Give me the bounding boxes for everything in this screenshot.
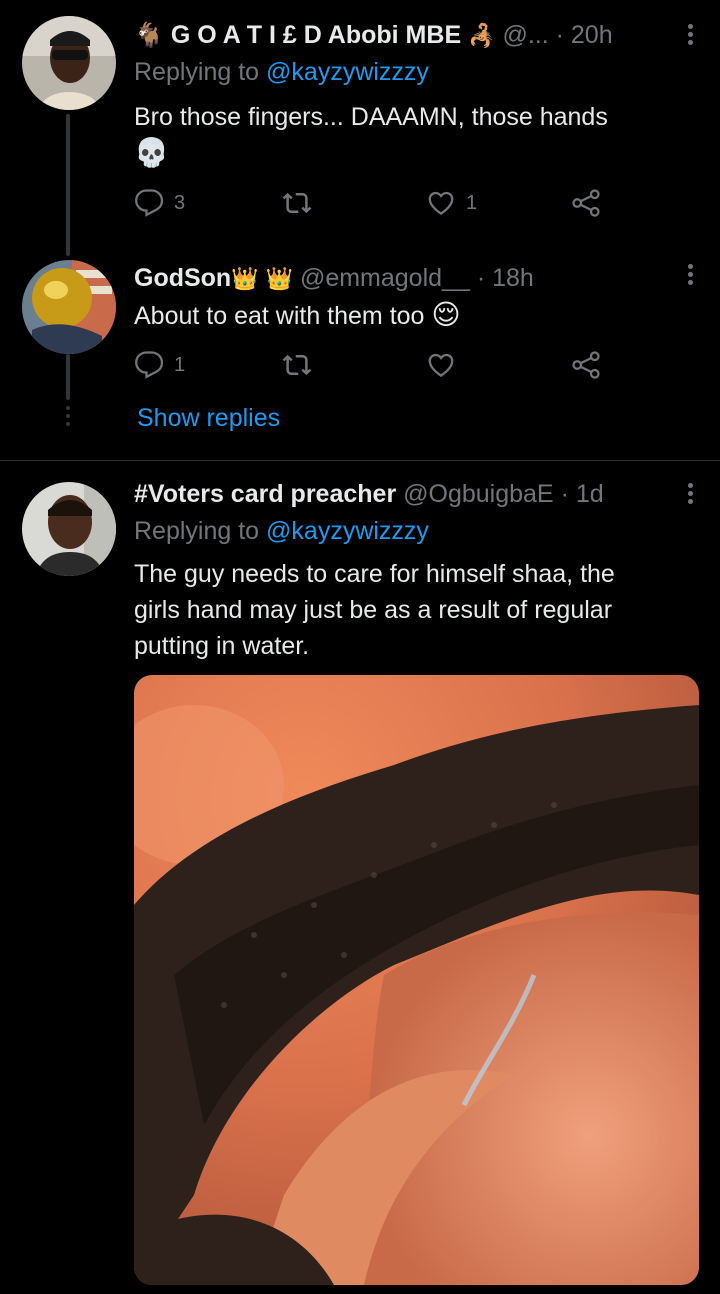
thread-line [66,114,70,256]
tweet-text: The guy needs to care for himself shaa, … [134,556,694,664]
replying-to-label: Replying to [134,58,260,86]
scorpion-emoji: 🦂 [468,23,496,49]
tweet-header: GodSon👑 👑 @emmagold__ · 18h [134,263,670,294]
share-icon [571,350,601,380]
replying-to: Replying to @kayzywizzzy [134,517,429,546]
reply-count: 3 [174,191,186,214]
thread-dots [66,406,70,430]
tweet-text-line: putting in water. [134,632,310,660]
tweet-3[interactable]: #Voters card preacher @OgbuigbaE · 1d Re… [0,461,720,1294]
tweet-2[interactable]: GodSon👑 👑 @emmagold__ · 18h About to eat… [0,250,720,460]
show-replies-link[interactable]: Show replies [137,404,280,433]
more-icon[interactable] [688,24,694,48]
like-icon [426,350,456,380]
tweet-1[interactable]: 🐐 G O A T I £ D Abobi MBE 🦂 @... · 20h R… [0,0,720,256]
thread-line [66,354,70,400]
tweet-actions: 1 [134,350,614,384]
skull-emoji: 💀 [134,137,169,168]
avatar[interactable] [22,260,116,354]
tweet-text-line: About to eat with them too [134,302,425,330]
reply-handle-link[interactable]: @kayzywizzzy [266,58,429,86]
crown-emoji: 👑 [265,266,293,292]
reply-count: 1 [174,353,186,376]
replying-to: Replying to @kayzywizzzy [134,58,429,87]
share-button[interactable] [571,350,601,380]
display-name[interactable]: #Voters card preacher [134,480,396,508]
share-button[interactable] [571,188,601,218]
crown-emoji: 👑 [231,266,259,292]
replying-to-label: Replying to [134,517,260,545]
like-count: 1 [466,191,478,214]
timestamp[interactable]: · 1d [561,480,604,508]
like-button[interactable]: 1 [426,188,477,218]
reply-button[interactable]: 1 [134,350,185,380]
handle[interactable]: @emmagold__ [300,264,470,292]
tweet-actions: 3 1 [134,188,614,222]
retweet-icon [282,188,312,218]
tweet-text-line: girls hand may just be as a result of re… [134,596,613,624]
retweet-button[interactable] [282,350,322,380]
timestamp[interactable]: · 18h [477,264,534,292]
retweet-icon [282,350,312,380]
tweet-text-line: The guy needs to care for himself shaa, … [134,560,615,588]
retweet-button[interactable] [282,188,322,218]
tweet-text: Bro those fingers... DAAAMN, those hands… [134,99,694,171]
tweet-header: #Voters card preacher @OgbuigbaE · 1d [134,479,670,509]
display-name[interactable]: G O A T I £ D Abobi MBE [171,21,461,49]
more-icon[interactable] [688,483,694,507]
relieved-face-emoji: 😌 [431,299,461,330]
reply-handle-link[interactable]: @kayzywizzzy [266,517,429,545]
tweet-text: About to eat with them too 😌 [134,297,694,334]
reply-button[interactable]: 3 [134,188,185,218]
avatar[interactable] [22,482,116,576]
tweet-text-line: Bro those fingers... DAAAMN, those hands [134,103,608,131]
share-icon [571,188,601,218]
reply-icon [134,188,164,218]
like-icon [426,188,456,218]
tweet-media-image[interactable] [134,675,699,1285]
more-icon[interactable] [688,264,694,288]
handle[interactable]: @... [502,21,548,49]
goat-emoji: 🐐 [134,22,164,50]
display-name[interactable]: GodSon [134,264,231,292]
avatar[interactable] [22,16,116,110]
reply-icon [134,350,164,380]
tweet-header: 🐐 G O A T I £ D Abobi MBE 🦂 @... · 20h [134,20,670,51]
like-button[interactable] [426,350,466,380]
handle[interactable]: @OgbuigbaE [403,480,553,508]
timestamp[interactable]: · 20h [556,21,613,49]
